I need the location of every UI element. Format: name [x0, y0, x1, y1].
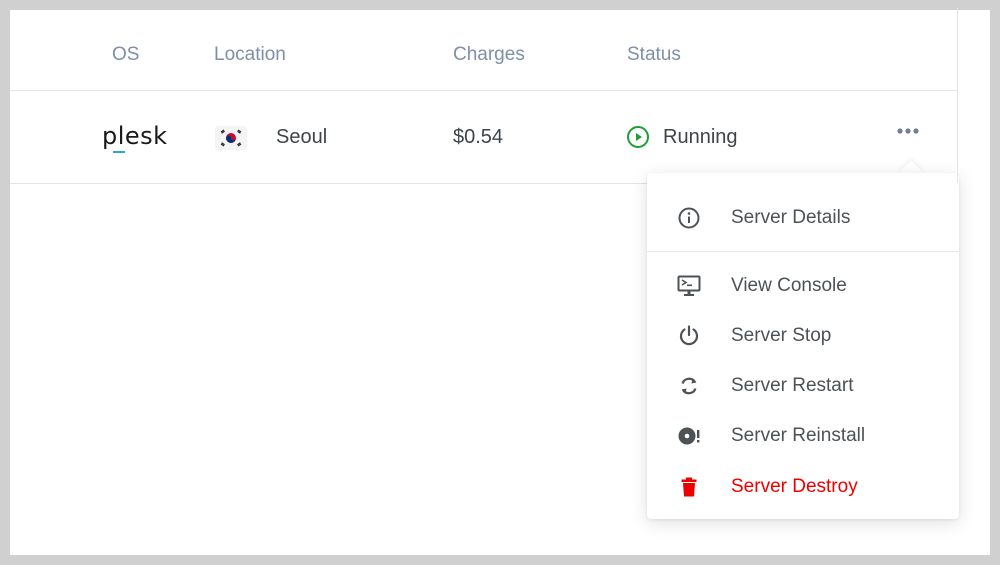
server-actions-menu: Server Details View Console Server Stop: [647, 173, 959, 519]
menu-divider: [647, 251, 959, 252]
menu-item-label: View Console: [731, 275, 847, 296]
more-horizontal-icon[interactable]: [894, 122, 922, 140]
menu-item-server-destroy[interactable]: Server Destroy: [647, 467, 959, 507]
column-header-status: Status: [627, 44, 681, 65]
status-value: Running: [663, 126, 738, 148]
menu-item-label: Server Reinstall: [731, 425, 866, 446]
menu-item-label: Server Destroy: [731, 476, 858, 497]
table-right-border: [957, 8, 958, 183]
power-icon: [679, 325, 699, 346]
os-logo-plesk: plesk: [102, 122, 168, 150]
menu-item-label: Server Stop: [731, 325, 832, 346]
reinstall-icon: [678, 427, 700, 445]
south-korea-flag-icon: [215, 126, 247, 150]
plesk-logo-accent: [113, 151, 125, 153]
menu-item-server-details[interactable]: Server Details: [647, 198, 959, 238]
column-header-location: Location: [214, 44, 286, 65]
menu-item-label: Server Restart: [731, 375, 854, 396]
column-header-charges: Charges: [453, 44, 525, 65]
menu-item-server-stop[interactable]: Server Stop: [647, 316, 959, 356]
info-icon: [678, 207, 700, 229]
header-divider: [10, 90, 958, 91]
menu-item-view-console[interactable]: View Console: [647, 266, 959, 306]
restart-icon: [681, 377, 697, 395]
menu-item-label: Server Details: [731, 207, 851, 228]
trash-icon: [681, 477, 697, 497]
column-header-os: OS: [112, 44, 140, 65]
console-icon: [677, 275, 701, 296]
menu-item-server-restart[interactable]: Server Restart: [647, 366, 959, 406]
location-value: Seoul: [276, 126, 328, 148]
play-circle-icon: [626, 125, 650, 149]
charges-value: $0.54: [453, 126, 504, 148]
servers-panel: OS Location Charges Status plesk Seoul $…: [10, 10, 990, 555]
menu-item-server-reinstall[interactable]: Server Reinstall: [647, 416, 959, 456]
